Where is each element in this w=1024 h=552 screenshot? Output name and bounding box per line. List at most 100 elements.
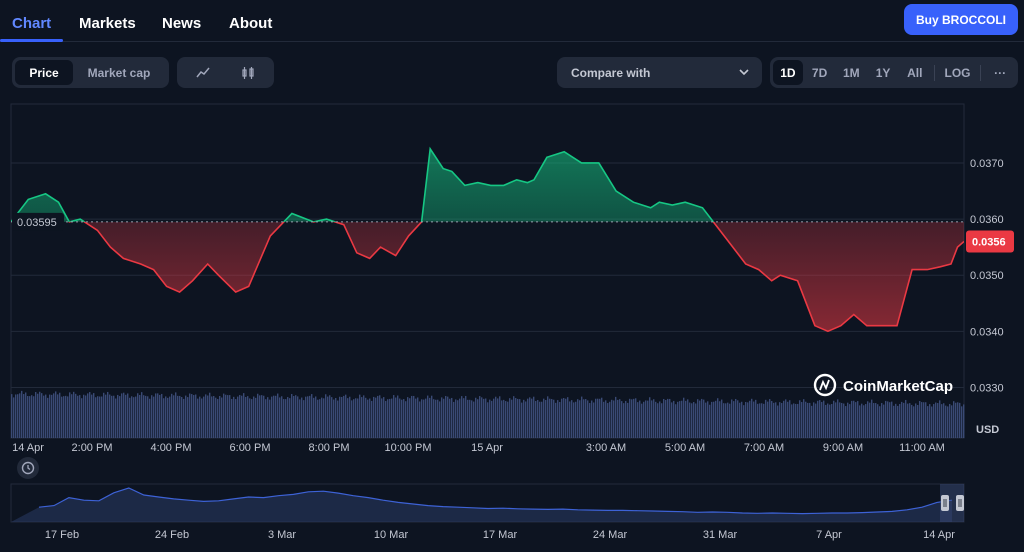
history-icon[interactable] bbox=[17, 457, 39, 479]
volume-bar bbox=[93, 393, 95, 438]
log-scale-button[interactable]: LOG bbox=[939, 60, 977, 85]
volume-bar bbox=[557, 400, 559, 438]
volume-bar bbox=[151, 395, 153, 438]
volume-bar bbox=[323, 398, 325, 438]
volume-bar bbox=[503, 399, 505, 438]
volume-bar bbox=[79, 395, 81, 438]
range-divider bbox=[933, 64, 935, 81]
more-options-button[interactable]: ··· bbox=[985, 60, 1015, 85]
volume-bar bbox=[709, 404, 711, 438]
volume-bar bbox=[287, 397, 289, 438]
volume-bar bbox=[649, 397, 651, 438]
volume-bar bbox=[427, 395, 429, 438]
volume-bar bbox=[83, 394, 85, 438]
range-1m-button[interactable]: 1M bbox=[836, 60, 866, 85]
tab-news[interactable]: News bbox=[162, 15, 201, 32]
y-tick-label: 0.0350 bbox=[970, 270, 1004, 282]
volume-bar bbox=[461, 396, 463, 438]
volume-bar bbox=[251, 399, 253, 438]
navigator-handle[interactable] bbox=[941, 495, 949, 511]
volume-bar bbox=[941, 404, 943, 438]
volume-bar bbox=[745, 401, 747, 438]
volume-bar bbox=[679, 401, 681, 438]
volume-bar bbox=[423, 399, 425, 438]
line-chart-icon[interactable] bbox=[180, 60, 226, 85]
volume-bar bbox=[911, 404, 913, 438]
volume-bar bbox=[507, 401, 509, 438]
volume-bar bbox=[613, 400, 615, 438]
volume-bar bbox=[787, 401, 789, 438]
volume-bar bbox=[701, 398, 703, 438]
volume-bar bbox=[901, 401, 903, 438]
volume-bar bbox=[63, 396, 65, 438]
volume-bar bbox=[189, 393, 191, 438]
volume-bar bbox=[931, 406, 933, 438]
range-1d-button[interactable]: 1D bbox=[773, 60, 803, 85]
volume-bar bbox=[693, 402, 695, 438]
volume-bar bbox=[275, 395, 277, 438]
volume-bar bbox=[849, 404, 851, 438]
volume-bar bbox=[727, 402, 729, 438]
tab-chart[interactable]: Chart bbox=[12, 15, 51, 32]
volume-bar bbox=[519, 399, 521, 438]
volume-bar bbox=[545, 399, 547, 438]
range-7d-button[interactable]: 7D bbox=[805, 60, 835, 85]
volume-bar bbox=[395, 397, 397, 438]
navigator-handle[interactable] bbox=[956, 495, 964, 511]
volume-bar bbox=[933, 404, 935, 438]
volume-bar bbox=[253, 396, 255, 438]
volume-bar bbox=[851, 400, 853, 438]
volume-bar bbox=[407, 397, 409, 438]
volume-bar bbox=[239, 395, 241, 438]
volume-bar bbox=[419, 401, 421, 438]
volume-bar bbox=[927, 406, 929, 438]
volume-bar bbox=[627, 402, 629, 438]
volume-bar bbox=[581, 396, 583, 438]
volume-bar bbox=[257, 393, 259, 438]
volume-bar bbox=[469, 399, 471, 438]
volume-bar bbox=[61, 396, 63, 438]
volume-bar bbox=[945, 405, 947, 438]
price-toggle-button[interactable]: Price bbox=[15, 60, 73, 85]
x-tick-label: 2:00 PM bbox=[72, 442, 113, 454]
tab-markets[interactable]: Markets bbox=[79, 15, 136, 32]
volume-bar bbox=[403, 399, 405, 438]
baseline-value-label: 0.03595 bbox=[17, 217, 57, 229]
buy-button[interactable]: Buy BROCCOLI bbox=[904, 4, 1018, 35]
volume-bar bbox=[583, 399, 585, 438]
volume-bar bbox=[521, 402, 523, 438]
volume-bar bbox=[125, 394, 127, 438]
price-chart[interactable]: 0.0330 0.0340 0.0350 0.0360 0.0370 14 Apr 2:0… bbox=[0, 92, 1024, 552]
active-tab-indicator bbox=[0, 39, 63, 42]
volume-bar bbox=[765, 399, 767, 438]
volume-bar bbox=[71, 394, 73, 438]
volume-bar bbox=[439, 401, 441, 438]
volume-bar bbox=[747, 402, 749, 438]
volume-bar bbox=[657, 403, 659, 438]
x-tick-label: 11:00 AM bbox=[899, 442, 945, 454]
range-1y-button[interactable]: 1Y bbox=[868, 60, 898, 85]
volume-bar bbox=[893, 405, 895, 438]
volume-bar bbox=[457, 400, 459, 438]
volume-bar bbox=[37, 393, 39, 438]
market-cap-toggle-button[interactable]: Market cap bbox=[73, 60, 165, 85]
range-all-button[interactable]: All bbox=[900, 60, 930, 85]
volume-bar bbox=[853, 400, 855, 438]
volume-bar bbox=[441, 397, 443, 438]
volume-bar bbox=[183, 398, 185, 438]
x-tick-label: 7:00 AM bbox=[744, 442, 784, 454]
tab-about[interactable]: About bbox=[229, 15, 272, 32]
volume-bar bbox=[159, 394, 161, 438]
compare-dropdown[interactable]: Compare with bbox=[557, 57, 762, 88]
volume-bar bbox=[913, 406, 915, 438]
volume-bar bbox=[267, 397, 269, 438]
volume-bar bbox=[283, 399, 285, 438]
volume-bar bbox=[297, 396, 299, 438]
volume-bar bbox=[713, 401, 715, 438]
volume-bar bbox=[549, 398, 551, 438]
price-area bbox=[11, 146, 964, 333]
candlestick-icon[interactable] bbox=[226, 60, 272, 85]
volume-bar bbox=[531, 398, 533, 438]
navigator-chart[interactable] bbox=[10, 483, 965, 523]
volume-bar bbox=[433, 399, 435, 438]
